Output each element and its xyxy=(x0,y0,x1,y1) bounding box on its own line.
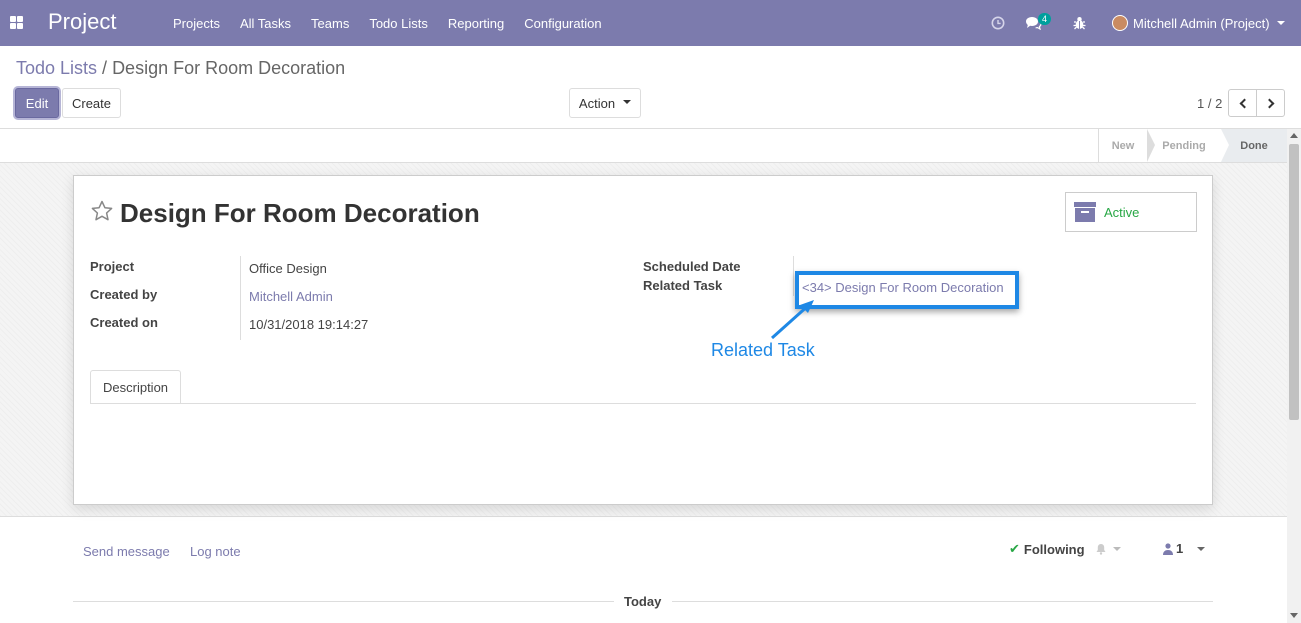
log-note-button[interactable]: Log note xyxy=(190,544,241,559)
active-label: Active xyxy=(1104,204,1140,220)
form-sheet: Design For Room Decoration Active Projec… xyxy=(73,175,1213,505)
today-divider-left xyxy=(73,601,614,602)
action-dropdown-button[interactable]: Action xyxy=(569,88,641,118)
user-name: Mitchell Admin (Project) xyxy=(1133,15,1270,31)
form-view: New Pending Done Design For Room Decorat… xyxy=(0,129,1287,623)
top-navbar: Project Projects All Tasks Teams Todo Li… xyxy=(0,0,1301,46)
breadcrumb: Todo Lists / Design For Room Decoration xyxy=(16,58,345,79)
chevron-down-icon xyxy=(1276,21,1285,25)
create-button[interactable]: Create xyxy=(62,88,121,118)
menu-item-configuration[interactable]: Configuration xyxy=(514,16,611,31)
check-icon: ✔ xyxy=(1009,541,1020,556)
send-message-button[interactable]: Send message xyxy=(83,544,170,559)
stage-new-button[interactable]: New xyxy=(1098,129,1147,162)
user-icon xyxy=(1163,542,1173,555)
messages-count-badge: 4 xyxy=(1038,13,1052,25)
project-label: Project xyxy=(90,259,135,274)
pager-previous-button[interactable] xyxy=(1228,89,1257,117)
record-title: Design For Room Decoration xyxy=(120,198,480,228)
today-divider-right xyxy=(672,601,1213,602)
breadcrumb-current: Design For Room Decoration xyxy=(112,58,346,78)
chevron-right-icon xyxy=(1264,98,1274,108)
scroll-down-arrow-icon[interactable] xyxy=(1290,613,1298,618)
project-value: Office Design xyxy=(249,261,327,276)
scroll-thumb[interactable] xyxy=(1289,144,1299,420)
debug-bug-icon[interactable] xyxy=(1073,0,1086,46)
menu-item-teams[interactable]: Teams xyxy=(301,16,359,31)
related-task-label: Related Task xyxy=(643,278,723,293)
priority-star-icon[interactable] xyxy=(90,199,114,223)
app-title: Project xyxy=(48,9,117,34)
today-label: Today xyxy=(624,594,662,609)
created-by-label: Created by xyxy=(90,287,158,302)
stage-pending-button[interactable]: Pending xyxy=(1147,129,1221,162)
bell-icon xyxy=(1096,544,1106,555)
field-separator xyxy=(240,256,241,340)
followers-button[interactable]: 1 xyxy=(1163,541,1206,556)
menu-item-projects[interactable]: Projects xyxy=(163,16,230,31)
pager-next-button[interactable] xyxy=(1256,89,1285,117)
archive-icon xyxy=(1074,202,1096,222)
pager-value[interactable]: 1 / 2 xyxy=(1197,96,1222,111)
caret-down-icon xyxy=(1112,547,1121,551)
menu-item-reporting[interactable]: Reporting xyxy=(438,16,514,31)
stage-done-button[interactable]: Done xyxy=(1221,129,1287,162)
edit-button[interactable]: Edit xyxy=(15,88,59,118)
following-label: Following xyxy=(1023,541,1085,557)
annotation-arrow-icon xyxy=(770,300,814,340)
scheduled-date-label: Scheduled Date xyxy=(643,259,741,274)
tab-description[interactable]: Description xyxy=(90,370,182,404)
active-toggle-button[interactable]: Active xyxy=(1065,192,1197,232)
caret-down-icon xyxy=(1197,546,1206,551)
tab-divider xyxy=(90,403,1196,404)
user-avatar xyxy=(1112,15,1128,31)
scroll-up-arrow-icon[interactable] xyxy=(1290,133,1298,138)
followers-count: 1 xyxy=(1176,541,1184,556)
breadcrumb-todo-lists[interactable]: Todo Lists xyxy=(16,58,97,78)
annotation-label: Related Task xyxy=(711,340,815,360)
stage-arrow-divider xyxy=(1221,129,1229,162)
vertical-scrollbar[interactable] xyxy=(1287,129,1301,623)
chevron-left-icon xyxy=(1239,98,1249,108)
menu-item-all-tasks[interactable]: All Tasks xyxy=(230,16,301,31)
action-label: Action xyxy=(578,95,616,111)
created-on-label: Created on xyxy=(90,315,158,330)
field-separator xyxy=(793,256,794,296)
status-bar: New Pending Done xyxy=(0,129,1287,163)
breadcrumb-separator: / xyxy=(102,58,108,78)
activities-clock-icon[interactable] xyxy=(991,0,1005,46)
main-menu: Projects All Tasks Teams Todo Lists Repo… xyxy=(163,0,612,46)
created-on-value: 10/31/2018 19:14:27 xyxy=(249,317,369,332)
following-button[interactable]: ✔ Following xyxy=(1009,541,1121,557)
user-menu[interactable]: Mitchell Admin (Project) xyxy=(1112,0,1285,46)
related-task-highlight xyxy=(795,271,1019,309)
menu-item-todo-lists[interactable]: Todo Lists xyxy=(359,16,438,31)
apps-menu-icon[interactable] xyxy=(10,16,23,29)
created-by-link[interactable]: Mitchell Admin xyxy=(249,289,333,304)
messages-chat-icon[interactable]: 4 xyxy=(1025,0,1052,46)
caret-down-icon xyxy=(623,100,632,104)
